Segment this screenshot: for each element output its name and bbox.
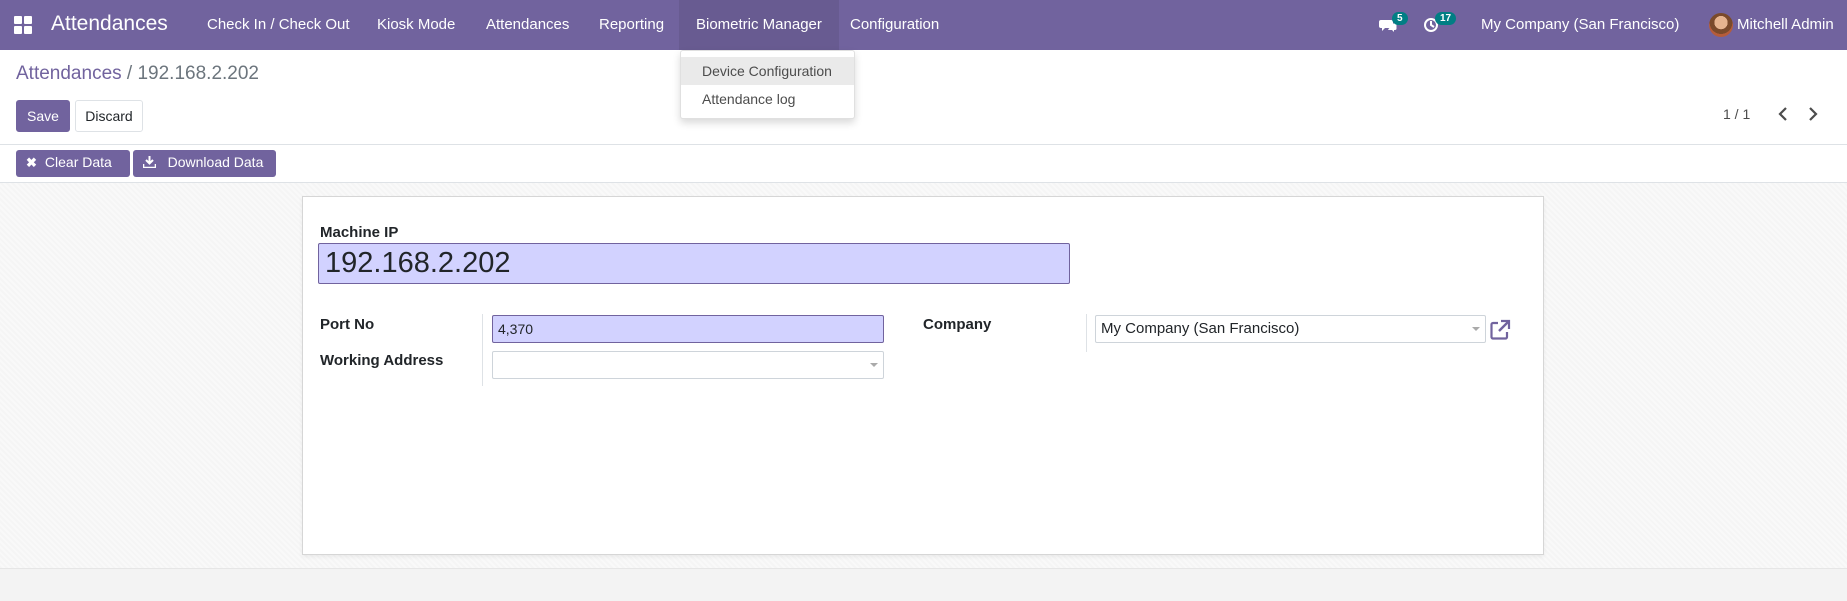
port-no-label: Port No	[320, 316, 375, 333]
pager-prev-button[interactable]	[1773, 104, 1793, 126]
app-title[interactable]: Attendances	[51, 12, 168, 36]
breadcrumb: Attendances / 192.168.2.202	[16, 63, 259, 85]
working-address-label: Working Address	[320, 352, 444, 369]
company-label: Company	[923, 316, 992, 333]
menu-kiosk-mode[interactable]: Kiosk Mode	[360, 0, 472, 50]
clear-data-label: Clear Data	[44, 154, 112, 170]
company-value: My Company (San Francisco)	[1101, 320, 1300, 337]
biometric-manager-dropdown: Device Configuration Attendance log	[680, 50, 855, 119]
company-label-divider	[1086, 314, 1087, 352]
breadcrumb-parent[interactable]: Attendances	[16, 63, 122, 84]
menu-biometric-manager[interactable]: Biometric Manager	[679, 0, 839, 50]
port-no-input[interactable]: 4,370	[492, 315, 884, 343]
avatar[interactable]	[1709, 13, 1733, 37]
chevron-left-icon	[1778, 107, 1787, 121]
machine-ip-input[interactable]: 192.168.2.202	[318, 243, 1070, 284]
messages-button[interactable]: 5	[1379, 12, 1408, 33]
dropdown-item-attendance-log[interactable]: Attendance log	[681, 85, 854, 113]
pager-value[interactable]: 1 / 1	[1723, 106, 1750, 122]
clear-data-button[interactable]: ✖ Clear Data	[16, 150, 130, 177]
form-statusbar: ✖ Clear Data Download Data	[0, 144, 1847, 183]
breadcrumb-current: 192.168.2.202	[137, 63, 259, 84]
company-select[interactable]: My Company (San Francisco)	[1095, 315, 1486, 343]
machine-ip-label: Machine IP	[320, 224, 399, 241]
user-menu[interactable]: Mitchell Admin	[1737, 0, 1834, 50]
bottom-strip	[0, 568, 1847, 601]
pager-next-button[interactable]	[1803, 104, 1823, 126]
menu-configuration[interactable]: Configuration	[833, 0, 956, 50]
chevron-right-icon	[1809, 107, 1818, 121]
external-link-icon[interactable]	[1489, 319, 1511, 341]
menu-reporting[interactable]: Reporting	[582, 0, 681, 50]
company-switcher[interactable]: My Company (San Francisco)	[1481, 0, 1679, 50]
breadcrumb-separator: /	[126, 63, 133, 84]
menu-check-in-check-out[interactable]: Check In / Check Out	[190, 0, 367, 50]
chevron-down-icon	[870, 363, 878, 367]
menu-attendances[interactable]: Attendances	[469, 0, 586, 50]
chevron-down-icon	[1472, 327, 1480, 331]
apps-grid-icon[interactable]	[14, 16, 32, 34]
save-button[interactable]: Save	[16, 100, 70, 132]
x-icon: ✖	[26, 155, 37, 170]
messages-count-badge: 5	[1392, 12, 1408, 25]
discard-button[interactable]: Discard	[75, 100, 143, 132]
activities-count-badge: 17	[1435, 12, 1457, 25]
download-data-button[interactable]: Download Data	[133, 150, 276, 177]
top-navbar: Attendances Check In / Check Out Kiosk M…	[0, 0, 1847, 50]
dropdown-item-device-configuration[interactable]: Device Configuration	[681, 57, 854, 85]
working-address-select[interactable]	[492, 351, 884, 379]
activities-button[interactable]: 17	[1423, 12, 1457, 33]
download-icon	[142, 155, 160, 170]
label-divider	[482, 314, 483, 386]
download-data-label: Download Data	[167, 154, 264, 170]
